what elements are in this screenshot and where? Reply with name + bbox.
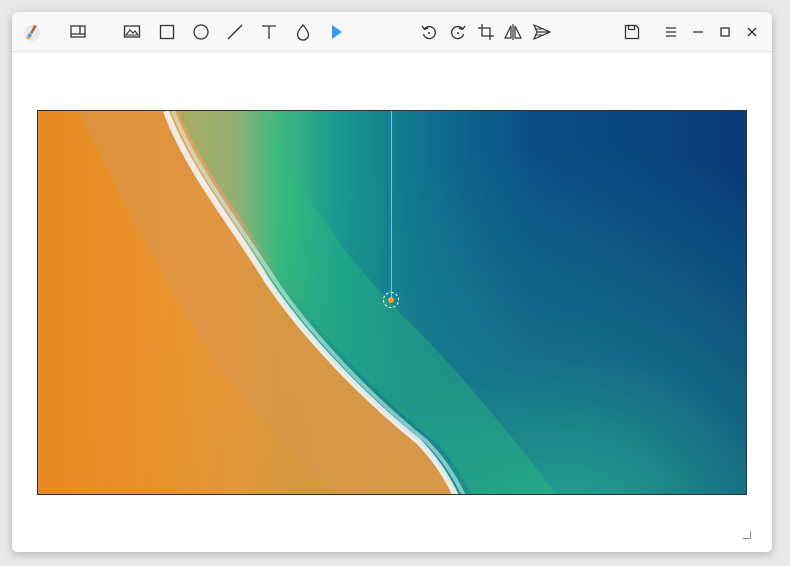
line-icon — [227, 24, 243, 40]
resize-grip[interactable] — [743, 531, 751, 539]
image-icon — [123, 25, 141, 38]
image-tool-button[interactable] — [120, 20, 144, 44]
pointer-icon — [332, 25, 342, 39]
maximize-button[interactable] — [713, 20, 737, 44]
maximize-icon — [720, 27, 730, 37]
rectangle-tool-button[interactable] — [155, 20, 179, 44]
blur-tool-button[interactable] — [291, 20, 315, 44]
canvas-image[interactable] — [37, 110, 747, 495]
minimize-icon — [693, 31, 703, 33]
line-tool-button[interactable] — [223, 20, 247, 44]
save-icon — [624, 24, 640, 40]
hamburger-icon — [666, 27, 676, 37]
titlebar — [12, 12, 772, 52]
rotation-handle-center — [388, 297, 394, 303]
droplet-icon — [296, 23, 310, 41]
flip-icon — [504, 24, 522, 40]
flip-button[interactable] — [501, 20, 525, 44]
paintbrush-icon — [20, 20, 44, 44]
sidebar-toggle-button[interactable] — [66, 20, 90, 44]
send-button[interactable] — [530, 20, 554, 44]
crop-button[interactable] — [474, 20, 498, 44]
canvas-area[interactable] — [12, 53, 772, 552]
rotation-handle[interactable] — [383, 292, 399, 308]
save-button[interactable] — [620, 20, 644, 44]
select-tool-button[interactable] — [325, 20, 349, 44]
rotate-left-button[interactable] — [417, 20, 441, 44]
send-icon — [532, 23, 552, 41]
selection-handle-line — [391, 111, 392, 300]
text-icon — [262, 25, 276, 39]
ellipse-icon — [193, 24, 209, 40]
app-window — [12, 12, 772, 552]
text-tool-button[interactable] — [257, 20, 281, 44]
ellipse-tool-button[interactable] — [189, 20, 213, 44]
menu-button[interactable] — [659, 20, 683, 44]
crop-icon — [478, 24, 494, 40]
rotate-right-button[interactable] — [446, 20, 470, 44]
minimize-button[interactable] — [686, 20, 710, 44]
close-button[interactable] — [740, 20, 764, 44]
rotate-cw-icon — [451, 25, 466, 40]
panel-icon — [70, 25, 86, 38]
rotate-ccw-icon — [421, 25, 436, 40]
rectangle-icon — [159, 24, 175, 40]
close-icon — [747, 27, 757, 37]
